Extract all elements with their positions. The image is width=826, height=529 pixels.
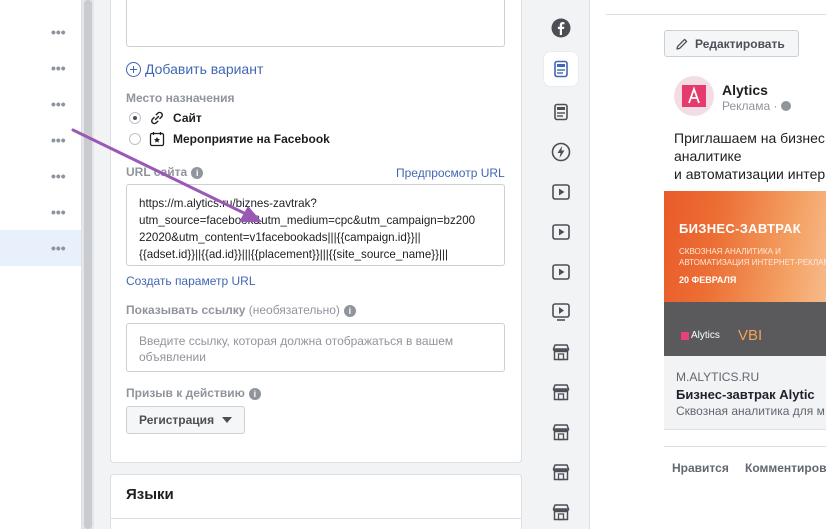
alytics-mark-icon — [681, 331, 689, 340]
display-link-field[interactable]: Введите ссылку, которая должна отображат… — [126, 323, 505, 372]
scrollbar-thumb[interactable] — [84, 0, 92, 529]
radio-button-checked[interactable] — [129, 112, 141, 124]
ad-image-subtitle: СКВОЗНАЯ АНАЛИТИКА И АВТОМАТИЗАЦИЯ ИНТЕР… — [679, 247, 826, 267]
website-url-field[interactable]: https://m.alytics.ru/biznes-zavtrak? utm… — [126, 184, 505, 266]
list-row[interactable]: ••• — [0, 14, 81, 50]
video-feed-icon[interactable] — [544, 295, 578, 329]
link-description: Сквозная аналитика для м — [676, 404, 825, 418]
destination-option-label: Мероприятие на Facebook — [173, 132, 330, 146]
add-variant-button[interactable]: Добавить вариант — [126, 60, 263, 78]
more-options-icon[interactable]: ••• — [51, 24, 69, 40]
destination-option-website[interactable]: Сайт — [129, 109, 202, 127]
edit-button[interactable]: Редактировать — [664, 30, 799, 57]
call-to-action-dropdown[interactable]: Регистрация — [126, 406, 245, 434]
ad-text-line: и автоматизации интер — [674, 166, 826, 182]
pencil-icon — [676, 38, 688, 50]
instant-articles-icon[interactable] — [544, 135, 578, 169]
more-options-icon[interactable]: ••• — [51, 168, 69, 184]
link-domain: M.ALYTICS.RU — [676, 370, 760, 384]
globe-icon — [781, 101, 792, 111]
caret-down-icon — [222, 417, 233, 423]
more-options-icon[interactable]: ••• — [51, 204, 69, 220]
more-options-icon[interactable]: ••• — [51, 96, 69, 112]
page-name[interactable]: Alytics — [722, 82, 768, 98]
link-headline: Бизнес-завтрак Alytic — [676, 387, 815, 402]
more-options-icon[interactable]: ••• — [51, 60, 69, 76]
more-options-icon[interactable]: ••• — [51, 240, 69, 256]
event-star-icon — [149, 132, 165, 147]
ad-text-line: аналитике — [674, 148, 742, 164]
edit-button-label: Редактировать — [695, 36, 785, 51]
create-url-parameter-link[interactable]: Создать параметр URL — [126, 274, 256, 288]
ad-primary-text: Приглашаем на бизнес аналитике и автоматиз… — [674, 129, 826, 183]
list-row[interactable]: ••• — [0, 86, 81, 122]
display-link-label-text: Показывать ссылку — [126, 303, 246, 317]
languages-title: Языки — [126, 486, 174, 503]
feed-icon[interactable] — [544, 52, 578, 86]
url-preview-link[interactable]: Предпросмотр URL — [396, 166, 505, 180]
comment-button[interactable]: Комментиров — [745, 461, 826, 475]
marketplace-icon[interactable] — [544, 415, 578, 449]
sponsored-label: Реклама · — [722, 99, 792, 113]
page-avatar[interactable] — [674, 76, 714, 116]
like-button[interactable]: Нравится — [672, 461, 729, 475]
cta-value: Регистрация — [139, 413, 215, 427]
destination-option-event[interactable]: Мероприятие на Facebook — [129, 130, 330, 148]
divider — [606, 14, 826, 15]
radio-button[interactable] — [129, 133, 141, 145]
marketplace-icon[interactable] — [544, 335, 578, 369]
video-icon[interactable] — [544, 175, 578, 209]
marketplace-icon[interactable] — [544, 455, 578, 489]
destination-option-label: Сайт — [173, 111, 202, 125]
more-options-icon[interactable]: ••• — [51, 132, 69, 148]
add-variant-label: Добавить вариант — [145, 61, 264, 77]
primary-text-field[interactable] — [126, 0, 505, 47]
cta-label-text: Призыв к действию — [126, 386, 245, 400]
alytics-logo-text: Alytics — [691, 330, 720, 341]
display-link-label: Показывать ссылку (необязательно) i — [126, 303, 356, 317]
sponsored-text: Реклама · — [722, 99, 778, 113]
feed-alt-icon[interactable] — [544, 95, 578, 129]
vbi-logo-text: VBI — [738, 327, 763, 344]
list-row[interactable]: ••• — [0, 194, 81, 230]
list-row[interactable]: ••• — [0, 230, 81, 266]
marketplace-icon[interactable] — [544, 495, 578, 529]
video-icon[interactable] — [544, 215, 578, 249]
url-label-text: URL сайта — [126, 165, 188, 179]
marketplace-icon[interactable] — [544, 375, 578, 409]
list-row[interactable]: ••• — [0, 50, 81, 86]
optional-label: (необязательно) — [248, 303, 340, 317]
ad-image-date: 20 ФЕВРАЛЯ — [679, 275, 737, 285]
plus-circle-icon — [126, 61, 141, 77]
info-icon[interactable]: i — [343, 304, 356, 317]
info-icon[interactable]: i — [191, 166, 204, 179]
ad-image-title: БИЗНЕС-ЗАВТРАК — [679, 221, 802, 236]
info-icon[interactable]: i — [248, 387, 261, 400]
url-field-label: URL сайта i — [126, 165, 204, 179]
divider — [664, 446, 826, 447]
alytics-logo: Alytics — [681, 330, 720, 341]
alytics-logo-icon — [682, 85, 706, 107]
list-row[interactable]: ••• — [0, 122, 81, 158]
divider — [110, 518, 522, 519]
list-row[interactable]: ••• — [0, 158, 81, 194]
ad-text-line: Приглашаем на бизнес — [674, 130, 825, 146]
vbi-logo: VBI — [738, 327, 762, 344]
facebook-icon[interactable] — [544, 11, 578, 45]
link-icon — [151, 111, 163, 125]
destination-label: Место назначения — [126, 91, 235, 105]
ad-image[interactable]: БИЗНЕС-ЗАВТРАК СКВОЗНАЯ АНАЛИТИКА И АВТО… — [664, 191, 826, 356]
cta-label: Призыв к действию i — [126, 386, 261, 400]
video-icon[interactable] — [544, 255, 578, 289]
